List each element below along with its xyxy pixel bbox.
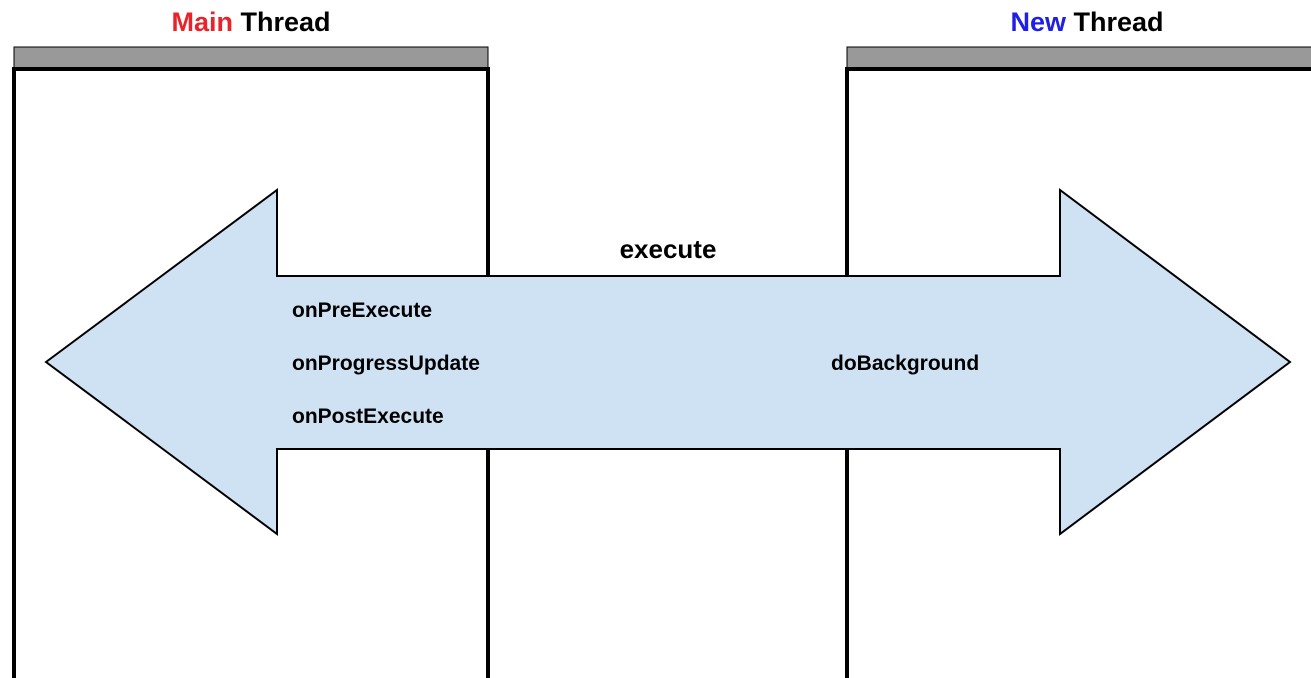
method-label-on-progress-update: onProgressUpdate — [292, 352, 480, 375]
main-thread-header-bar — [13, 46, 489, 70]
new-thread-header-bar — [846, 46, 1311, 70]
main-thread-title-word: Main — [171, 7, 233, 37]
new-thread-title-word: New — [1010, 7, 1067, 37]
method-label-do-background: doBackground — [831, 352, 979, 375]
main-thread-title-rest: Thread — [233, 7, 331, 37]
new-thread-title-rest: Thread — [1066, 7, 1164, 37]
method-label-on-post-execute: onPostExecute — [292, 405, 444, 428]
execute-label: execute — [620, 234, 717, 264]
method-label-on-pre-execute: onPreExecute — [292, 299, 432, 322]
new-thread-title: New Thread — [1010, 7, 1163, 37]
thread-diagram: Main Thread New Thread execute onPreExec… — [12, 7, 1311, 678]
main-thread-title: Main Thread — [171, 7, 330, 37]
